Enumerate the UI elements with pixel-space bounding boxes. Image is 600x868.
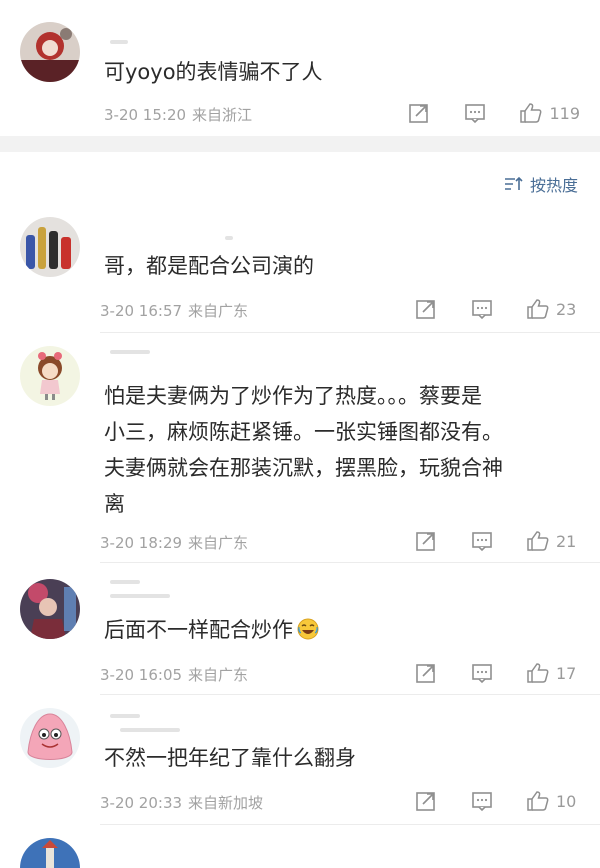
- divider: [100, 332, 600, 333]
- username-redacted: [110, 580, 140, 584]
- comment-time: 3-20 16:05: [100, 666, 183, 684]
- comment-text: 不然一把年纪了靠什么翻身: [104, 746, 356, 770]
- comment-actions: 23: [414, 296, 580, 322]
- avatar[interactable]: [20, 838, 80, 868]
- comment-time: 3-20 16:57: [100, 302, 183, 320]
- avatar[interactable]: [20, 346, 80, 406]
- thumbs-up-icon: [520, 103, 542, 123]
- sort-label: 按热度: [529, 176, 578, 195]
- comment-list: 按热度 哥，都是配合公司演的 3-20 16:57 来自广东 23 怕是夫妻俩为…: [0, 152, 600, 868]
- comment-source: 来自浙江: [192, 106, 253, 124]
- username-redacted: [110, 40, 128, 44]
- avatar-image: [20, 838, 80, 868]
- share-icon[interactable]: [414, 789, 438, 813]
- like-button[interactable]: 10: [526, 790, 580, 812]
- like-count: 10: [556, 791, 577, 811]
- avatar[interactable]: [20, 579, 80, 639]
- comment-icon[interactable]: [470, 529, 494, 553]
- comment-text: 哥，都是配合公司演的: [104, 254, 314, 278]
- comment-source: 来自广东: [188, 534, 249, 552]
- comment-meta: 3-20 15:20 来自浙江: [104, 104, 252, 125]
- like-button[interactable]: 21: [526, 530, 580, 552]
- avatar-image: [20, 579, 80, 639]
- comment-icon[interactable]: [470, 661, 494, 685]
- divider: [100, 824, 600, 825]
- like-count: 17: [556, 663, 577, 683]
- comment-time: 3-20 20:33: [100, 794, 183, 812]
- username-redacted: [110, 714, 140, 718]
- comment-time: 3-20 15:20: [104, 106, 187, 124]
- comment-icon[interactable]: [470, 297, 494, 321]
- username-redacted: [225, 236, 233, 240]
- comment-meta: 3-20 16:57 来自广东: [100, 300, 248, 321]
- share-icon[interactable]: [414, 297, 438, 321]
- avatar[interactable]: [20, 22, 80, 82]
- comment-actions: 21: [414, 528, 580, 554]
- comment-actions: 119: [407, 100, 580, 126]
- comment-actions: 10: [414, 788, 580, 814]
- avatar[interactable]: [20, 708, 80, 768]
- avatar-image: [20, 708, 80, 768]
- share-icon[interactable]: [414, 661, 438, 685]
- like-button[interactable]: 23: [526, 298, 580, 320]
- comment-icon[interactable]: [470, 789, 494, 813]
- thumbs-up-icon: [527, 663, 549, 683]
- comment-source: 来自广东: [188, 666, 249, 684]
- username-redacted: [120, 728, 180, 732]
- like-button[interactable]: 119: [519, 102, 580, 124]
- sort-icon: [504, 176, 523, 190]
- avatar-image: [20, 346, 80, 406]
- comment-source: 来自新加坡: [188, 794, 264, 812]
- comment-meta: 3-20 20:33 来自新加坡: [100, 792, 263, 813]
- avatar[interactable]: [20, 217, 80, 277]
- like-count: 23: [556, 299, 577, 319]
- comment-actions: 17: [414, 660, 580, 686]
- comment-line: 离: [104, 492, 125, 516]
- thumbs-up-icon: [527, 791, 549, 811]
- thumbs-up-icon: [527, 299, 549, 319]
- share-icon[interactable]: [407, 101, 431, 125]
- comment-text: 后面不一样配合炒作: [104, 612, 319, 648]
- comment-text-body: 后面不一样配合炒作: [104, 618, 293, 642]
- share-icon[interactable]: [414, 529, 438, 553]
- comment-line: 小三，麻烦陈赶紧锤。一张实锤图都没有。: [104, 420, 503, 444]
- divider: [100, 562, 600, 563]
- laugh-cry-emoji: [297, 618, 319, 640]
- like-count: 119: [549, 103, 580, 123]
- comment-meta: 3-20 18:29 来自广东: [100, 532, 248, 553]
- avatar-image: [20, 217, 80, 277]
- username-redacted: [110, 350, 150, 354]
- username-redacted: [110, 594, 170, 598]
- sort-button[interactable]: 按热度: [504, 172, 578, 196]
- comment-card-top: 可yoyo的表情骗不了人 3-20 15:20 来自浙江 119: [0, 0, 600, 136]
- comment-source: 来自广东: [188, 302, 249, 320]
- comment-line: 夫妻俩就会在那装沉默，摆黑脸，玩貌合神: [104, 456, 503, 480]
- comment-text: 怕是夫妻俩为了炒作为了热度。。。蔡要是 小三，麻烦陈赶紧锤。一张实锤图都没有。 …: [104, 378, 584, 522]
- comment-text: 可yoyo的表情骗不了人: [104, 60, 323, 84]
- comment-icon[interactable]: [463, 101, 487, 125]
- thumbs-up-icon: [527, 531, 549, 551]
- comment-line: 怕是夫妻俩为了炒作为了热度。。。蔡要是: [104, 384, 482, 408]
- like-button[interactable]: 17: [526, 662, 580, 684]
- avatar-image: [20, 22, 80, 82]
- comment-time: 3-20 18:29: [100, 534, 183, 552]
- like-count: 21: [556, 531, 577, 551]
- comment-meta: 3-20 16:05 来自广东: [100, 664, 248, 685]
- divider: [100, 694, 600, 695]
